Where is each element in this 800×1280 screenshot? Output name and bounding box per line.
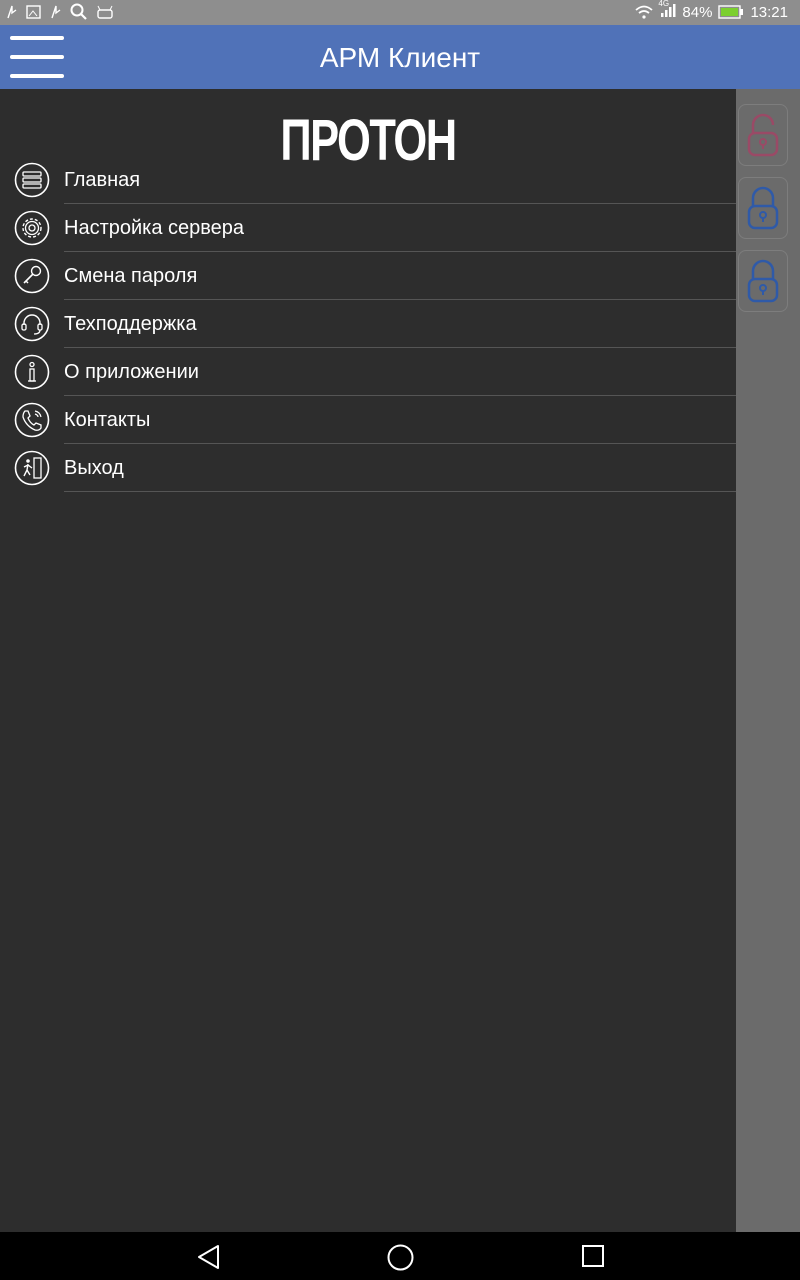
lock-card[interactable] — [738, 250, 788, 312]
android-icon — [97, 5, 113, 19]
menu-item-contacts[interactable]: Контакты — [0, 396, 736, 444]
menu-item-server-settings[interactable]: Настройка сервера — [0, 204, 736, 252]
info-icon — [14, 354, 50, 390]
recent-apps-icon[interactable] — [581, 1244, 605, 1268]
menu-item-label: О приложении — [64, 361, 199, 383]
menu-item-label: Выход — [64, 457, 124, 479]
navigation-drawer: ПРОТОН Главная Настройка сервера Смена п… — [0, 89, 736, 1232]
network-type: 4G — [658, 0, 670, 8]
system-navigation-bar — [0, 1232, 800, 1280]
notification-icon — [7, 5, 17, 19]
menu-item-label: Настройка сервера — [64, 217, 245, 239]
exit-icon — [14, 450, 50, 486]
battery-icon — [718, 5, 744, 19]
menu-item-exit[interactable]: Выход — [0, 444, 736, 492]
clock: 13:21 — [750, 3, 788, 21]
search-icon — [70, 3, 87, 20]
lock-icon — [747, 259, 779, 303]
lock-card[interactable] — [738, 177, 788, 239]
status-bar: 4G 84% 13:21 — [0, 0, 800, 25]
lock-icon — [747, 186, 779, 230]
drawer-menu: Главная Настройка сервера Смена пароля Т… — [0, 156, 736, 492]
wifi-icon — [635, 5, 654, 19]
gear-icon — [14, 210, 50, 246]
menu-item-label: Контакты — [64, 409, 151, 431]
menu-item-about[interactable]: О приложении — [0, 348, 736, 396]
app-title: АРМ Клиент — [319, 42, 481, 73]
divider — [64, 491, 736, 492]
lock-card[interactable] — [738, 104, 788, 166]
battery-percent: 84% — [682, 3, 713, 21]
back-icon[interactable] — [196, 1244, 222, 1270]
menu-item-home[interactable]: Главная — [0, 156, 736, 204]
server-icon — [14, 162, 50, 198]
menu-item-support[interactable]: Техподдержка — [0, 300, 736, 348]
menu-item-label: Техподдержка — [64, 313, 197, 335]
app-bar: АРМ Клиент — [0, 25, 800, 89]
gallery-icon — [26, 5, 41, 19]
menu-item-label: Смена пароля — [64, 265, 198, 287]
key-icon — [14, 258, 50, 294]
menu-item-change-password[interactable]: Смена пароля — [0, 252, 736, 300]
phone-icon — [14, 402, 50, 438]
status-notification-icons — [6, 3, 114, 21]
notification-icon — [51, 5, 61, 19]
headset-icon — [14, 306, 50, 342]
unlocked-icon — [747, 113, 779, 157]
menu-item-label: Главная — [64, 169, 141, 191]
home-icon[interactable] — [387, 1244, 414, 1271]
